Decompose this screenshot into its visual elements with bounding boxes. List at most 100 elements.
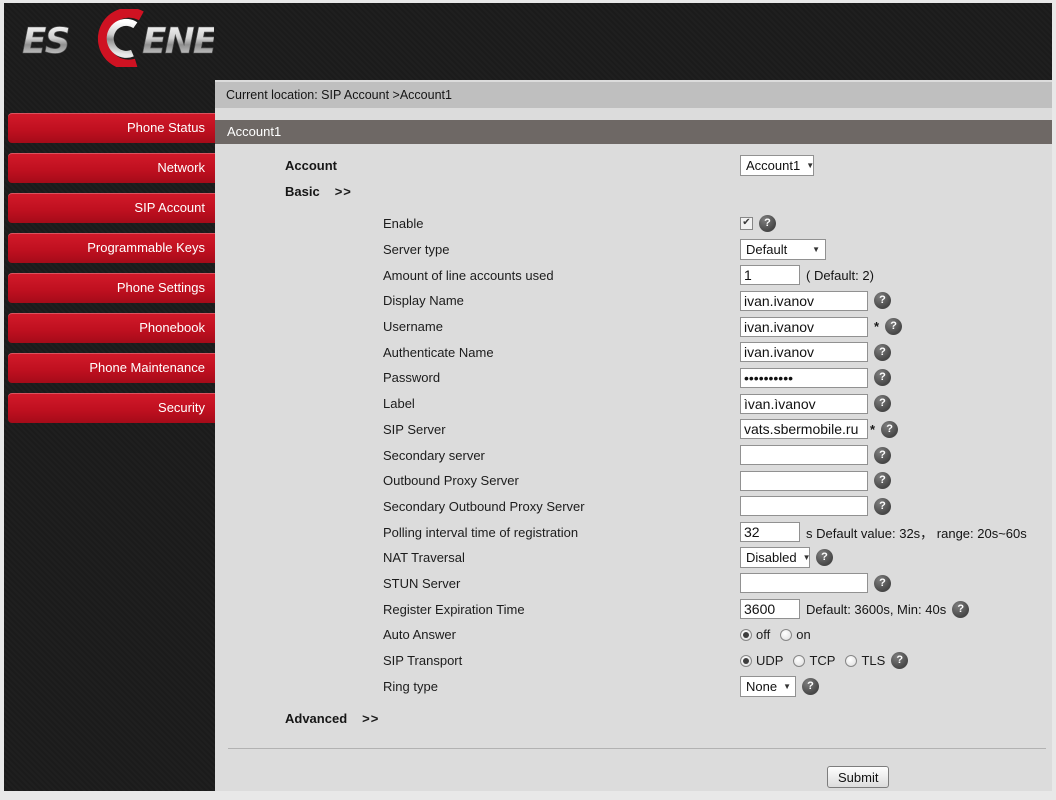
advanced-expander[interactable]: >> bbox=[362, 711, 379, 726]
field-row-outbound-proxy: Outbound Proxy Server ? bbox=[215, 468, 1052, 494]
radio-unselected-icon bbox=[793, 654, 806, 667]
polling-interval-hint: s Default value: 32s， range: 20s~60s bbox=[806, 525, 1027, 541]
sidebar-item-network[interactable]: Network bbox=[8, 153, 215, 183]
auto-answer-option-off[interactable]: off bbox=[740, 627, 770, 642]
password-input[interactable] bbox=[740, 367, 868, 388]
help-icon[interactable]: ? bbox=[881, 420, 899, 438]
line-accounts-hint: ( Default: 2) bbox=[806, 267, 874, 283]
server-type-select-value: Default bbox=[746, 242, 788, 258]
chevron-down-icon: ▼ bbox=[812, 245, 820, 255]
username-label: Username bbox=[383, 319, 443, 335]
sidebar-item-programmable-keys[interactable]: Programmable Keys bbox=[8, 233, 215, 263]
breadcrumb: Current location: SIP Account >Account1 bbox=[215, 82, 1052, 108]
field-row-stun-server: STUN Server ? bbox=[215, 571, 1052, 597]
register-expiration-input[interactable] bbox=[740, 599, 800, 620]
field-row-enable: Enable ✔ ? bbox=[215, 211, 1052, 237]
sidebar-item-phone-settings[interactable]: Phone Settings bbox=[8, 273, 215, 303]
main-content: Current location: SIP Account >Account1 … bbox=[215, 80, 1052, 791]
secondary-server-input[interactable] bbox=[740, 445, 868, 466]
stun-server-input[interactable] bbox=[740, 573, 868, 594]
help-icon[interactable]: ? bbox=[802, 677, 819, 695]
display-name-input[interactable] bbox=[740, 290, 868, 311]
field-row-sip-transport: SIP Transport UDP TCP TLS ? bbox=[215, 648, 1052, 674]
account-select-value: Account1 bbox=[746, 157, 801, 173]
help-icon[interactable]: ? bbox=[891, 652, 909, 670]
check-icon: ✔ bbox=[742, 217, 751, 229]
sip-transport-label: SIP Transport bbox=[383, 653, 463, 669]
help-icon[interactable]: ? bbox=[952, 600, 970, 618]
auto-answer-off-label: off bbox=[756, 627, 771, 643]
field-row-secondary-server: Secondary server ? bbox=[215, 442, 1052, 468]
basic-section-label: Basic bbox=[285, 183, 320, 199]
sip-server-input[interactable] bbox=[740, 419, 868, 440]
ring-type-select-value: None bbox=[746, 678, 778, 694]
field-row-ring-type: Ring type None ▼ ? bbox=[215, 673, 1052, 699]
field-row-secondary-outbound-proxy: Secondary Outbound Proxy Server ? bbox=[215, 494, 1052, 520]
auto-answer-label: Auto Answer bbox=[383, 627, 456, 643]
required-asterisk: * bbox=[870, 421, 876, 437]
submit-button[interactable]: Submit bbox=[827, 766, 890, 789]
divider bbox=[228, 748, 1046, 750]
account-row: Account Account1 ▼ bbox=[215, 152, 1052, 178]
sidebar-item-phonebook[interactable]: Phonebook bbox=[8, 313, 215, 343]
chevron-down-icon: ▼ bbox=[802, 553, 811, 563]
ring-type-select[interactable]: None ▼ bbox=[740, 675, 796, 697]
auto-answer-option-on[interactable]: on bbox=[780, 627, 811, 642]
sip-transport-udp-label: UDP bbox=[756, 653, 784, 669]
sip-transport-tcp-label: TCP bbox=[809, 653, 836, 669]
label-input[interactable] bbox=[740, 393, 868, 414]
nat-traversal-label: NAT Traversal bbox=[383, 550, 465, 566]
help-icon[interactable]: ? bbox=[874, 343, 891, 361]
secondary-outbound-proxy-input[interactable] bbox=[740, 496, 868, 517]
polling-interval-input[interactable] bbox=[740, 522, 800, 543]
sip-transport-option-tcp[interactable]: TCP bbox=[793, 653, 835, 668]
auth-name-input[interactable] bbox=[740, 342, 868, 363]
help-icon[interactable]: ? bbox=[874, 574, 891, 592]
outbound-proxy-input[interactable] bbox=[740, 470, 868, 491]
username-input[interactable] bbox=[740, 316, 868, 337]
sip-transport-tls-label: TLS bbox=[861, 653, 886, 669]
help-icon[interactable]: ? bbox=[874, 369, 891, 387]
help-icon[interactable]: ? bbox=[874, 446, 891, 464]
field-row-server-type: Server type Default ▼ bbox=[215, 237, 1052, 263]
account-select[interactable]: Account1 ▼ bbox=[740, 154, 814, 176]
help-icon[interactable]: ? bbox=[816, 549, 833, 567]
sip-transport-option-tls[interactable]: TLS bbox=[845, 653, 885, 668]
sidebar-item-sip-account[interactable]: SIP Account bbox=[8, 193, 215, 223]
sidebar-item-security[interactable]: Security bbox=[8, 393, 215, 423]
label-field-label: Label bbox=[383, 396, 415, 412]
help-icon[interactable]: ? bbox=[874, 395, 891, 413]
radio-unselected-icon bbox=[780, 628, 793, 641]
help-icon[interactable]: ? bbox=[885, 318, 903, 336]
field-row-auto-answer: Auto Answer off on bbox=[215, 622, 1052, 648]
enable-checkbox[interactable]: ✔ bbox=[740, 217, 753, 231]
line-accounts-input[interactable] bbox=[740, 265, 800, 286]
sidebar: Phone Status Network SIP Account Program… bbox=[4, 80, 215, 791]
sip-server-label: SIP Server bbox=[383, 421, 446, 437]
form-rows: Enable ✔ ? Server type Default ▼ Amount … bbox=[215, 211, 1052, 699]
field-row-polling-interval: Polling interval time of registration s … bbox=[215, 519, 1052, 545]
help-icon[interactable]: ? bbox=[874, 292, 891, 310]
field-row-username: Username * ? bbox=[215, 314, 1052, 340]
server-type-select[interactable]: Default ▼ bbox=[740, 239, 826, 261]
sidebar-item-phone-maintenance[interactable]: Phone Maintenance bbox=[8, 353, 215, 383]
sidebar-menu: Phone Status Network SIP Account Program… bbox=[4, 80, 215, 423]
field-row-auth-name: Authenticate Name ? bbox=[215, 339, 1052, 365]
required-asterisk: * bbox=[874, 319, 880, 335]
submit-row: Submit bbox=[215, 766, 1052, 789]
basic-section-row: Basic >> bbox=[215, 178, 1052, 204]
help-icon[interactable]: ? bbox=[874, 472, 891, 490]
escene-logo: ES ENE bbox=[18, 7, 220, 72]
basic-expander[interactable]: >> bbox=[335, 184, 352, 199]
nat-traversal-select[interactable]: Disabled ▼ bbox=[740, 547, 811, 569]
sip-transport-option-udp[interactable]: UDP bbox=[740, 653, 783, 668]
password-label: Password bbox=[383, 370, 441, 386]
help-icon[interactable]: ? bbox=[874, 497, 891, 515]
radio-selected-icon bbox=[740, 654, 752, 667]
register-expiration-label: Register Expiration Time bbox=[383, 601, 525, 617]
sidebar-item-phone-status[interactable]: Phone Status bbox=[8, 113, 215, 143]
help-icon[interactable]: ? bbox=[759, 215, 776, 233]
svg-text:ENE: ENE bbox=[142, 21, 214, 62]
stun-server-label: STUN Server bbox=[383, 575, 461, 591]
line-accounts-label: Amount of line accounts used bbox=[383, 267, 554, 283]
